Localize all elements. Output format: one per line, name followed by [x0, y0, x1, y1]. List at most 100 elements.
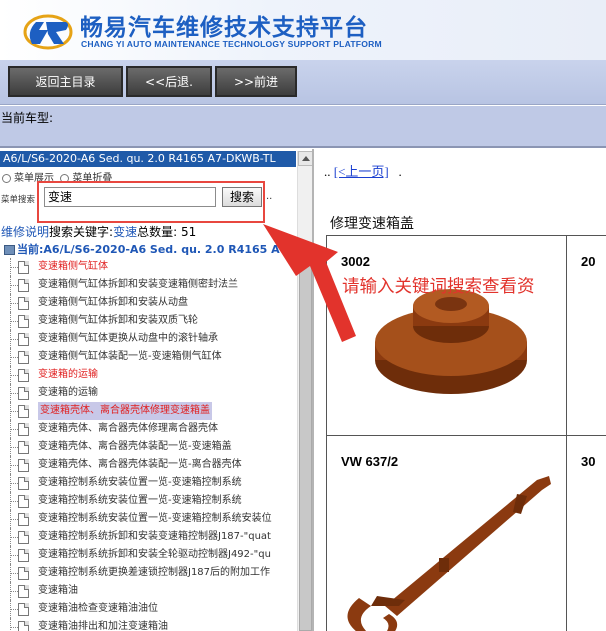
page-title: 修理变速箱盖	[330, 216, 414, 232]
tree-connector	[10, 312, 18, 330]
tree-item[interactable]: 变速箱控制系统安装位置一览-变速箱控制系统	[0, 492, 296, 510]
page-nav: .. [<上一页] .	[324, 161, 402, 180]
keyword-prefix: 维修说明	[1, 225, 50, 239]
menu-show-radio[interactable]	[2, 173, 11, 183]
document-icon	[18, 369, 29, 382]
document-icon	[18, 423, 29, 436]
tree-item[interactable]: 变速箱侧气缸体拆卸和安装从动盘	[0, 294, 296, 312]
more-dots: ..	[266, 191, 273, 202]
tree-item[interactable]: 变速箱壳体、离合器壳体装配一览-离合器壳体	[0, 456, 296, 474]
current-model-strip: 当前车型:	[0, 106, 606, 148]
tree-item[interactable]: 变速箱侧气缸体	[0, 258, 296, 276]
tree-item[interactable]: 变速箱控制系统更换差速锁控制器J187后的附加工作	[0, 564, 296, 582]
document-icon	[18, 279, 29, 292]
keyword-text: 搜索关键字:	[49, 225, 114, 239]
tree-root-label: 当前:A6/L/S6-2020-A6 Sed. qu. 2.0 R4165 A	[17, 243, 280, 256]
back-button[interactable]: <<后退.	[126, 66, 212, 97]
tree-connector	[10, 348, 18, 366]
tool-cell: 30	[567, 436, 606, 631]
tree-item-label: 变速箱油排出和加注变速箱油	[38, 621, 168, 631]
tree-item[interactable]: 变速箱控制系统安装位置一览-变速箱控制系统安装位	[0, 510, 296, 528]
tree-item[interactable]: 变速箱壳体、离合器壳体修理变速箱盖	[0, 402, 296, 420]
tree-item-label: 变速箱侧气缸体	[38, 261, 108, 272]
tree-item[interactable]: 变速箱壳体、离合器壳体装配一览-变速箱盖	[0, 438, 296, 456]
document-icon	[18, 477, 29, 490]
tree-item[interactable]: 变速箱控制系统拆卸和安装变速箱控制器J187-"quat	[0, 528, 296, 546]
tree-connector	[10, 474, 18, 492]
document-icon	[18, 261, 29, 274]
tree-item[interactable]: 变速箱侧气缸体拆卸和安装变速箱侧密封法兰	[0, 276, 296, 294]
tree-item-label: 变速箱壳体、离合器壳体装配一览-变速箱盖	[38, 441, 232, 452]
keyword-summary: 维修说明搜索关键字:变速总数量: 51	[1, 223, 196, 240]
tree-item-label: 变速箱的运输	[38, 387, 98, 398]
document-icon	[18, 459, 29, 472]
tool-vw637-image	[347, 476, 551, 631]
document-icon	[18, 387, 29, 400]
tree-item[interactable]: 变速箱控制系统安装位置一览-变速箱控制系统	[0, 474, 296, 492]
tree-item-label: 变速箱控制系统安装位置一览-变速箱控制系统	[38, 477, 242, 488]
document-icon	[18, 531, 29, 544]
scroll-thumb[interactable]	[299, 246, 312, 631]
tree-item[interactable]: 变速箱侧气缸体装配一览-变速箱侧气缸体	[0, 348, 296, 366]
tree-connector	[10, 438, 18, 456]
prev-page-link[interactable]: [<上一页]	[334, 164, 389, 179]
scroll-up-icon[interactable]	[298, 151, 312, 166]
tree-root[interactable]: 当前:A6/L/S6-2020-A6 Sed. qu. 2.0 R4165 A	[4, 241, 280, 257]
tree-connector	[10, 420, 18, 438]
document-icon	[18, 621, 29, 631]
tree-connector	[10, 582, 18, 600]
document-icon	[18, 405, 29, 418]
nav-suffix: .	[398, 164, 402, 179]
home-button[interactable]: 返回主目录	[8, 66, 123, 97]
tool-number: 30	[581, 454, 596, 469]
tree-connector	[10, 330, 18, 348]
hint-annotation: 请输入关键词搜索查看资	[342, 277, 535, 297]
tree-item[interactable]: 变速箱的运输	[0, 366, 296, 384]
tree-item[interactable]: 变速箱油检查变速箱油油位	[0, 600, 296, 618]
tool-cell: VW 637/2	[327, 436, 567, 631]
tree-item[interactable]: 变速箱壳体、离合器壳体修理离合器壳体	[0, 420, 296, 438]
tool-3002-image	[375, 289, 527, 394]
tree-item-label: 变速箱油	[38, 585, 78, 596]
tree-item[interactable]: 变速箱油排出和加注变速箱油	[0, 618, 296, 631]
tree-connector	[10, 546, 18, 564]
document-icon	[18, 549, 29, 562]
tree-item-label: 变速箱侧气缸体装配一览-变速箱侧气缸体	[38, 351, 222, 362]
tree-item-label: 变速箱控制系统安装位置一览-变速箱控制系统安装位	[38, 513, 272, 524]
tree-item-label: 变速箱控制系统拆卸和安装变速箱控制器J187-"quat	[38, 531, 271, 542]
tree-item[interactable]: 变速箱侧气缸体拆卸和安装双质飞轮	[0, 312, 296, 330]
tree-item-label: 变速箱侧气缸体拆卸和安装从动盘	[38, 297, 188, 308]
document-icon	[18, 603, 29, 616]
tool-cell: 20	[567, 236, 606, 436]
tree-connector	[10, 564, 18, 582]
tree-connector	[10, 402, 18, 420]
tree-connector	[10, 456, 18, 474]
tree-item[interactable]: 变速箱油	[0, 582, 296, 600]
keyword-value: 变速	[113, 225, 138, 239]
model-bar[interactable]: A6/L/S6-2020-A6 Sed. qu. 2.0 R4165 A7-DK…	[0, 151, 296, 167]
app-header: 畅易汽车维修技术支持平台 CHANG YI AUTO MAINTENANCE T…	[0, 0, 606, 60]
tree-item-label: 变速箱侧气缸体拆卸和安装变速箱侧密封法兰	[38, 279, 238, 290]
tree-item-label: 变速箱控制系统更换差速锁控制器J187后的附加工作	[38, 567, 271, 578]
document-icon	[18, 441, 29, 454]
tree-connector	[10, 366, 18, 384]
tree-item-label: 变速箱壳体、离合器壳体修理变速箱盖	[38, 402, 212, 420]
document-icon	[18, 567, 29, 580]
tree-item-label: 变速箱油检查变速箱油油位	[38, 603, 158, 614]
content-panel: .. [<上一页] . 修理变速箱盖 3002 20 VW 637/2 30	[316, 149, 606, 631]
tree-connector	[10, 600, 18, 618]
sidebar-scrollbar[interactable]	[297, 151, 312, 631]
tree-item-label: 变速箱壳体、离合器壳体装配一览-离合器壳体	[38, 459, 242, 470]
app-subtitle: CHANG YI AUTO MAINTENANCE TECHNOLOGY SUP…	[81, 39, 382, 49]
document-icon	[18, 513, 29, 526]
tree-item[interactable]: 变速箱的运输	[0, 384, 296, 402]
tree-item[interactable]: 变速箱侧气缸体更换从动盘中的滚针轴承	[0, 330, 296, 348]
tree-item[interactable]: 变速箱控制系统拆卸和安装全轮驱动控制器J492-"qu	[0, 546, 296, 564]
count-value: 51	[180, 225, 197, 239]
tree-connector	[10, 492, 18, 510]
tree-connector	[10, 618, 18, 631]
forward-button[interactable]: >>前进	[215, 66, 297, 97]
document-icon	[18, 351, 29, 364]
document-icon	[18, 297, 29, 310]
tree-connector	[10, 258, 18, 276]
